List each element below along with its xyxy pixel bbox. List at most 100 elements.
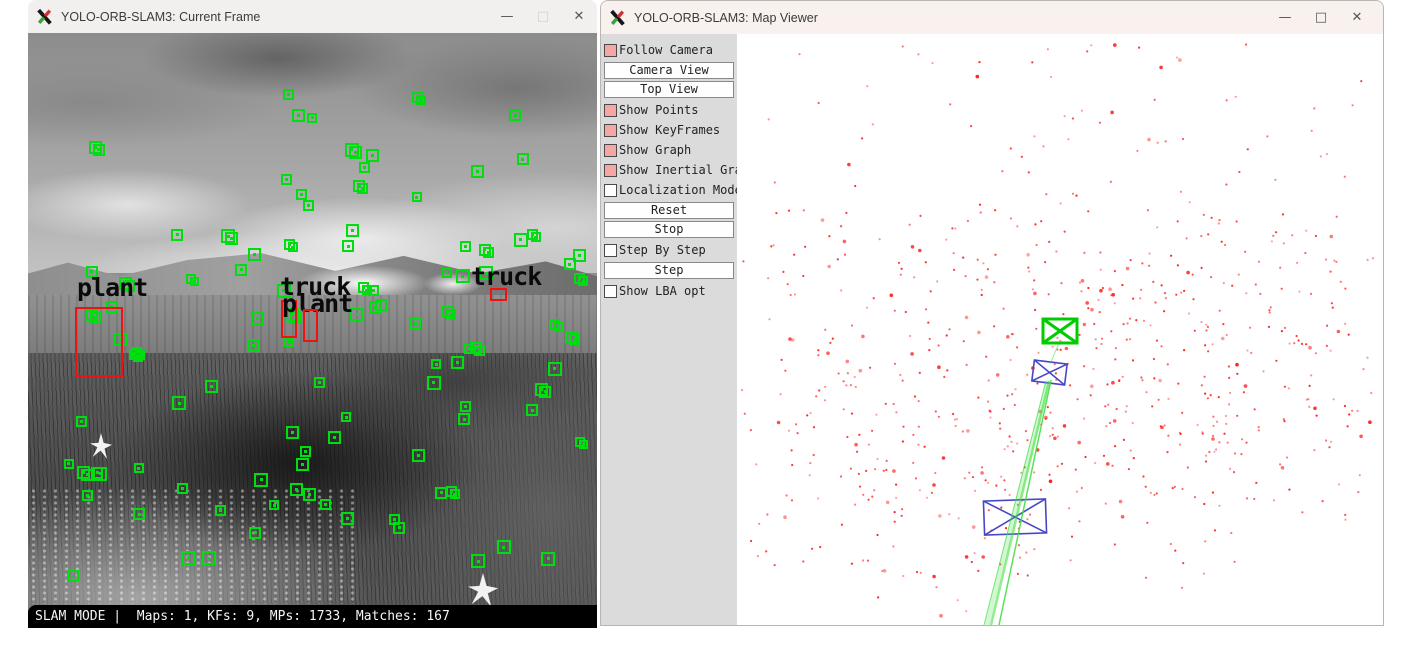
detection-label-truck: truck: [471, 264, 541, 289]
orb-feature-marker: [435, 487, 447, 499]
orb-feature-marker: [341, 512, 354, 525]
orb-feature-marker: [541, 552, 555, 566]
checkbox-show-points[interactable]: [604, 104, 617, 117]
orb-feature-marker: [451, 356, 464, 369]
slam-status-bar: SLAM MODE | Maps: 1, KFs: 9, MPs: 1733, …: [28, 605, 597, 628]
current-frame-window: YOLO-ORB-SLAM3: Current Frame — □ ✕ plan…: [28, 0, 597, 628]
map-canvas: [737, 34, 1383, 625]
orb-feature-marker: [460, 401, 471, 412]
checkbox-show-graph[interactable]: [604, 144, 617, 157]
maximize-button[interactable]: □: [525, 9, 561, 24]
orb-feature-marker: [539, 386, 551, 398]
maximize-button[interactable]: □: [1303, 10, 1339, 25]
orb-feature-marker: [464, 344, 474, 354]
checkbox-label: Show KeyFrames: [619, 123, 720, 137]
panel-row-show-keyframes[interactable]: Show KeyFrames: [604, 120, 734, 140]
camera-view-button[interactable]: Camera View: [604, 62, 734, 79]
close-button[interactable]: ✕: [561, 9, 597, 24]
orb-feature-marker: [366, 149, 379, 162]
orb-feature-marker: [269, 500, 279, 510]
orb-feature-marker: [393, 522, 405, 534]
orb-feature-marker: [235, 264, 247, 276]
orb-feature-marker: [320, 499, 331, 510]
orb-feature-marker: [247, 339, 260, 352]
top-view-button[interactable]: Top View: [604, 81, 734, 98]
checkbox-show-lba-opt[interactable]: [604, 285, 617, 298]
orb-feature-marker: [286, 426, 299, 439]
reset-button[interactable]: Reset: [604, 202, 734, 219]
panel-row-step-by-step[interactable]: Step By Step: [604, 240, 734, 260]
orb-feature-marker: [296, 189, 307, 200]
close-button[interactable]: ✕: [1339, 10, 1375, 25]
orb-feature-marker: [284, 337, 294, 347]
panel-row-show-graph[interactable]: Show Graph: [604, 140, 734, 160]
orb-feature-marker: [471, 554, 485, 568]
checkbox-localization-mode[interactable]: [604, 184, 617, 197]
minimize-button[interactable]: —: [1267, 10, 1303, 25]
orb-feature-marker: [172, 396, 186, 410]
orb-feature-marker: [303, 488, 316, 501]
orb-feature-marker: [349, 146, 362, 159]
orb-feature-marker: [450, 489, 460, 499]
checkbox-show-inertial-graph[interactable]: [604, 164, 617, 177]
orb-feature-marker: [67, 570, 79, 582]
orb-feature-marker: [497, 540, 511, 554]
orb-feature-marker: [190, 277, 199, 286]
detection-label-plant: plant: [77, 275, 147, 300]
checkbox-label: Step By Step: [619, 243, 706, 257]
orb-feature-marker: [460, 241, 471, 252]
orb-feature-marker: [171, 229, 183, 241]
panel-row-show-inertial-graph[interactable]: Show Inertial Graph: [604, 160, 734, 180]
grass-speckles: [28, 488, 358, 604]
orb-feature-marker: [296, 458, 309, 471]
orb-feature-marker: [375, 299, 387, 311]
orb-feature-marker: [283, 89, 294, 100]
orb-feature-marker: [514, 233, 528, 247]
orb-feature-marker: [509, 109, 521, 121]
orb-feature-marker: [82, 490, 93, 501]
checkbox-label: Localization Mode: [619, 183, 742, 197]
x-server-logo-icon: [609, 9, 626, 26]
orb-feature-marker: [531, 232, 541, 242]
orb-feature-marker: [458, 413, 470, 425]
orb-feature-marker: [254, 473, 268, 487]
step-button[interactable]: Step: [604, 262, 734, 279]
orb-feature-marker: [181, 551, 195, 565]
checkbox-show-keyframes[interactable]: [604, 124, 617, 137]
x-server-logo-icon: [36, 8, 53, 25]
orb-feature-marker: [64, 459, 74, 469]
panel-row-follow-camera[interactable]: Follow Camera: [604, 40, 734, 60]
panel-row-show-points[interactable]: Show Points: [604, 100, 734, 120]
covisibility-graph: [984, 343, 1059, 625]
orb-feature-marker: [431, 359, 441, 369]
orb-feature-marker: [133, 508, 145, 520]
panel-row-show-lba-opt[interactable]: Show LBA opt: [604, 281, 734, 301]
checkbox-label: Show LBA opt: [619, 284, 706, 298]
orb-feature-marker: [446, 309, 456, 319]
current-frame-titlebar[interactable]: YOLO-ORB-SLAM3: Current Frame — □ ✕: [28, 0, 597, 33]
orb-feature-marker: [307, 113, 317, 123]
pangolin-control-panel: Follow Camera Camera View Top View Show Poi…: [601, 34, 737, 625]
orb-feature-marker: [177, 483, 188, 494]
orb-feature-marker: [288, 242, 298, 252]
orb-feature-marker: [368, 285, 379, 296]
orb-feature-marker: [474, 345, 485, 356]
orb-feature-marker: [456, 269, 470, 283]
orb-feature-marker: [548, 362, 562, 376]
minimize-button[interactable]: —: [489, 9, 525, 24]
orb-feature-marker: [579, 440, 588, 449]
stop-button[interactable]: Stop: [604, 221, 734, 238]
map-viewer-window: YOLO-ORB-SLAM3: Map Viewer — □ ✕ Follow …: [600, 0, 1384, 626]
map-viewer-titlebar[interactable]: YOLO-ORB-SLAM3: Map Viewer — □ ✕: [601, 1, 1383, 34]
current-camera-frustum: [1043, 319, 1077, 343]
orb-feature-marker: [342, 240, 354, 252]
checkbox-label: Show Inertial Graph: [619, 163, 756, 177]
checkbox-step-by-step[interactable]: [604, 244, 617, 257]
panel-row-localization-mode[interactable]: Localization Mode: [604, 180, 734, 200]
orb-feature-marker: [93, 144, 105, 156]
orb-feature-marker: [359, 162, 370, 173]
checkbox-follow-camera[interactable]: [604, 44, 617, 57]
map-3d-view[interactable]: [737, 34, 1383, 625]
orb-feature-marker: [328, 431, 341, 444]
window-title: YOLO-ORB-SLAM3: Current Frame: [61, 10, 260, 24]
